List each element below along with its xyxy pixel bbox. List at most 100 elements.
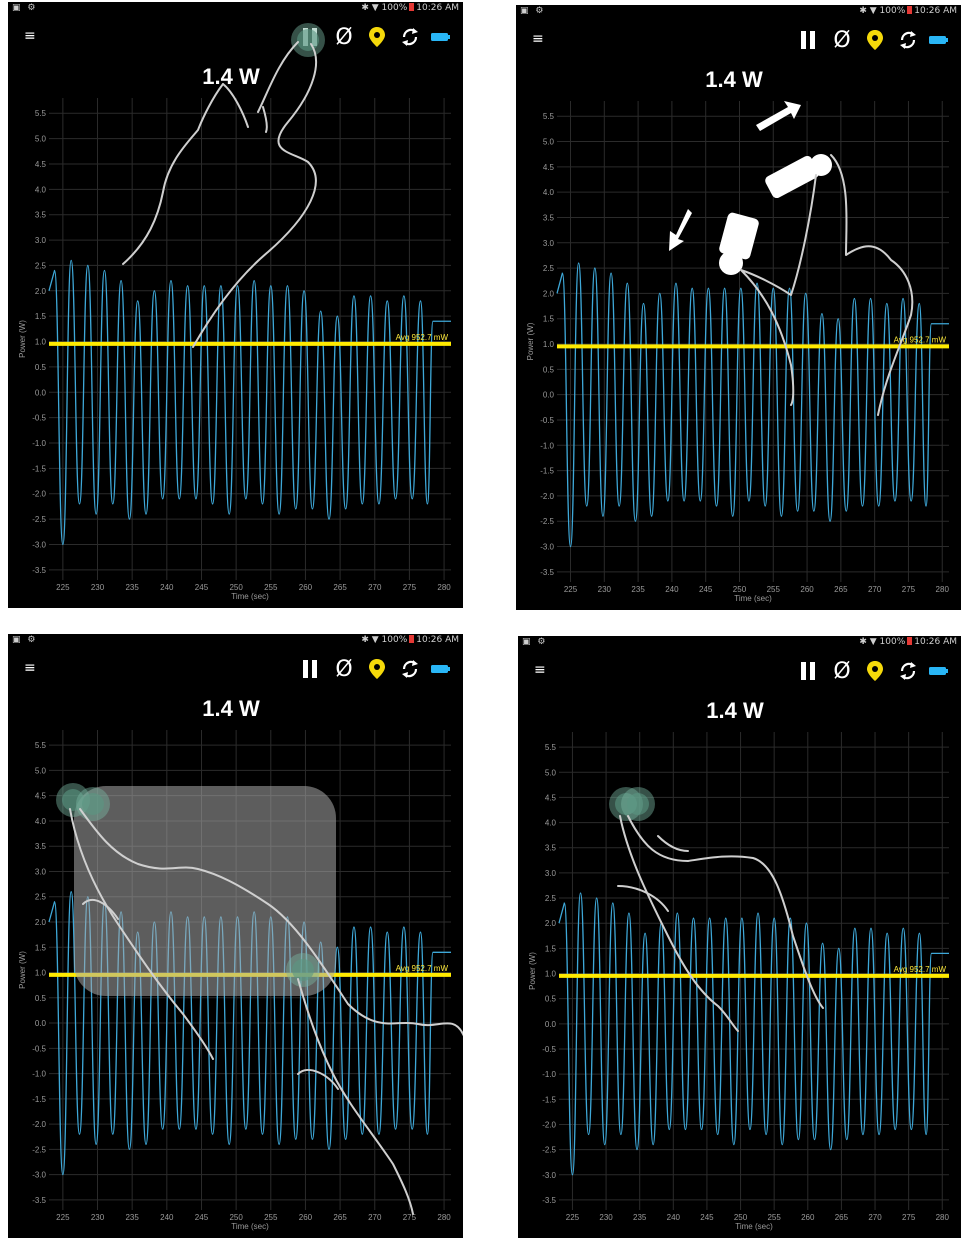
y-tick-label: -2.5 <box>32 515 46 524</box>
y-tick-label: 1.0 <box>545 970 557 979</box>
y-tick-label: -1.5 <box>32 1095 46 1104</box>
x-tick-label: 225 <box>56 583 70 592</box>
y-axis-label: Power (W) <box>18 320 27 358</box>
y-tick-label: 4.5 <box>545 793 557 802</box>
x-tick-label: 270 <box>868 585 882 594</box>
y-tick-label: 0.5 <box>35 363 47 372</box>
y-tick-label: 0.0 <box>545 1020 557 1029</box>
y-tick-label: 1.5 <box>35 943 47 952</box>
y-tick-label: -2.0 <box>542 1120 556 1129</box>
average-label: Avg 952.7 mW <box>396 333 449 342</box>
x-tick-label: 225 <box>56 1213 70 1222</box>
y-tick-label: -2.5 <box>32 1145 46 1154</box>
power-trace <box>556 262 949 548</box>
x-tick-label: 250 <box>733 585 747 594</box>
y-tick-label: -1.5 <box>542 1095 556 1104</box>
x-tick-label: 240 <box>665 585 679 594</box>
y-tick-label: 1.5 <box>543 315 555 324</box>
power-chart[interactable]: 225 230 235 240 245 250 255 260 265 270 275 280 5.5 5… <box>518 636 961 1238</box>
x-tick-label: 245 <box>195 1213 209 1222</box>
x-tick-label: 245 <box>699 585 713 594</box>
y-tick-label: -1.0 <box>540 441 554 450</box>
x-axis-label: Time (sec) <box>734 594 772 603</box>
y-tick-label: 2.5 <box>545 894 557 903</box>
x-tick-label: 255 <box>767 1213 781 1222</box>
y-tick-label: -0.5 <box>542 1045 556 1054</box>
y-tick-label: 4.5 <box>35 792 47 801</box>
y-tick-label: -3.5 <box>32 566 46 575</box>
y-tick-label: 3.5 <box>35 842 47 851</box>
average-label: Avg 952.7 mW <box>894 335 947 344</box>
x-tick-label: 270 <box>368 1213 382 1222</box>
y-tick-label: 0.0 <box>543 391 555 400</box>
x-tick-label: 265 <box>835 1213 849 1222</box>
power-trace <box>48 259 451 546</box>
x-tick-label: 255 <box>264 1213 278 1222</box>
y-tick-label: 5.5 <box>543 112 555 121</box>
y-tick-label: -1.0 <box>542 1070 556 1079</box>
x-tick-label: 240 <box>667 1213 681 1222</box>
y-tick-label: -2.0 <box>540 492 554 501</box>
x-tick-label: 280 <box>437 1213 451 1222</box>
y-tick-label: 0.5 <box>35 994 47 1003</box>
y-axis-label: Power (W) <box>18 951 27 989</box>
x-tick-label: 235 <box>633 1213 647 1222</box>
y-tick-label: 3.0 <box>35 867 47 876</box>
y-tick-label: 5.0 <box>35 135 47 144</box>
average-label: Avg 952.7 mW <box>396 964 449 973</box>
power-chart[interactable]: 225 230 235 240 245 250 255 260 265 270 275 280 5.5 5… <box>8 634 463 1238</box>
x-tick-label: 275 <box>403 583 417 592</box>
y-tick-label: 2.5 <box>35 893 47 902</box>
x-tick-label: 250 <box>229 1213 243 1222</box>
panel-zoom: ▣ ⚙ ✱ ▼ 100% 10:26 AM ≡ Ø 1.4 W 225 230 235 240 24… <box>516 5 961 610</box>
panel-two-finger-tap: ▣ ⚙ ✱ ▼ 100% 10:26 AM ≡ Ø 1.4 W 225 230 235 240 24… <box>518 636 961 1238</box>
y-tick-label: -2.0 <box>32 1120 46 1129</box>
x-tick-label: 250 <box>734 1213 748 1222</box>
x-tick-label: 255 <box>767 585 781 594</box>
y-tick-label: 1.5 <box>35 312 47 321</box>
x-tick-label: 230 <box>599 1213 613 1222</box>
x-tick-label: 275 <box>902 1213 916 1222</box>
y-tick-label: -3.0 <box>32 540 46 549</box>
y-tick-label: 2.0 <box>35 918 47 927</box>
y-tick-label: -3.0 <box>542 1171 556 1180</box>
y-tick-label: 1.0 <box>35 969 47 978</box>
x-tick-label: 265 <box>333 1213 347 1222</box>
x-tick-label: 260 <box>299 1213 313 1222</box>
x-tick-label: 260 <box>801 1213 815 1222</box>
y-tick-label: 1.5 <box>545 944 557 953</box>
x-tick-label: 240 <box>160 583 174 592</box>
power-chart[interactable]: 225 230 235 240 245 250 255 260 265 270 275 280 5.5 5… <box>516 5 961 610</box>
y-tick-label: 4.0 <box>545 819 557 828</box>
x-tick-label: 280 <box>437 583 451 592</box>
y-tick-label: 4.0 <box>35 817 47 826</box>
y-tick-label: -2.5 <box>542 1146 556 1155</box>
y-tick-label: -2.5 <box>540 517 554 526</box>
x-tick-label: 280 <box>936 1213 950 1222</box>
y-tick-label: 4.5 <box>543 163 555 172</box>
x-tick-label: 230 <box>598 585 612 594</box>
x-tick-label: 235 <box>125 583 139 592</box>
power-chart[interactable]: 225 230 235 240 245 250 255 260 265 270 275 280 5.5 5… <box>8 2 463 608</box>
y-tick-label: 3.0 <box>35 236 47 245</box>
y-tick-label: 3.5 <box>543 213 555 222</box>
x-axis-label: Time (sec) <box>735 1222 773 1231</box>
y-tick-label: 2.5 <box>543 264 555 273</box>
y-tick-label: 3.5 <box>35 211 47 220</box>
x-tick-label: 270 <box>368 583 382 592</box>
x-tick-label: 260 <box>299 583 313 592</box>
power-trace <box>48 891 451 1176</box>
y-tick-label: 3.0 <box>543 239 555 248</box>
panel-pan: ▣ ⚙ ✱ ▼ 100% 10:26 AM ≡ Ø 1.4 W 225 230 235 240 24… <box>8 634 463 1238</box>
y-tick-label: 5.0 <box>545 768 557 777</box>
x-tick-label: 235 <box>125 1213 139 1222</box>
y-tick-label: 3.0 <box>545 869 557 878</box>
y-tick-label: 5.0 <box>35 766 47 775</box>
y-tick-label: 0.5 <box>543 365 555 374</box>
x-tick-label: 250 <box>229 583 243 592</box>
average-label: Avg 952.7 mW <box>894 965 947 974</box>
x-tick-label: 260 <box>800 585 814 594</box>
x-tick-label: 245 <box>700 1213 714 1222</box>
y-tick-label: -0.5 <box>540 416 554 425</box>
x-tick-label: 240 <box>160 1213 174 1222</box>
